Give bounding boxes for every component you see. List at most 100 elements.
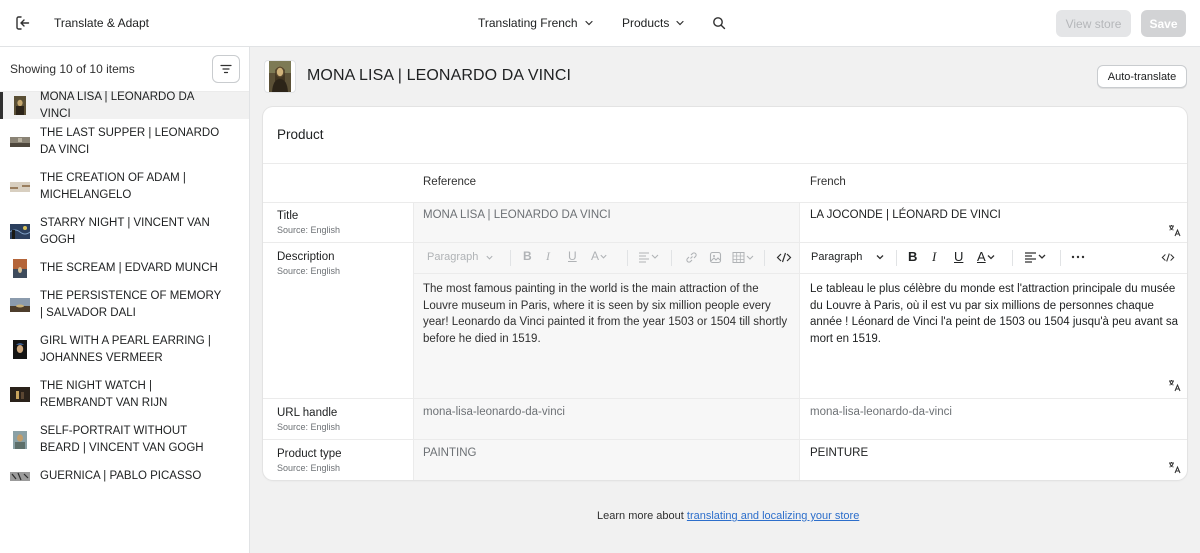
exit-icon[interactable] — [14, 14, 32, 32]
resource-dropdown-label: Products — [622, 16, 670, 30]
chevron-down-icon — [485, 255, 493, 260]
align-left-icon — [639, 252, 659, 263]
toolbar-separator — [510, 250, 511, 266]
french-description-editor[interactable]: Le tableau le plus célèbre du monde est … — [810, 281, 1180, 347]
align-left-icon — [1025, 252, 1046, 263]
last-supper-thumbnail — [10, 136, 30, 147]
field-source: Source: English — [277, 266, 341, 276]
toolbar-separator — [627, 250, 628, 266]
footer-help: Learn more about translating and localiz… — [597, 510, 859, 522]
translate-icon[interactable] — [1168, 461, 1181, 474]
chevron-down-icon — [987, 254, 995, 259]
list-item[interactable]: THE SCREAM | EDVARD MUNCH — [0, 254, 249, 282]
field-source: Source: English — [277, 422, 341, 432]
french-url-handle-input[interactable]: mona-lisa-leonardo-da-vinci — [810, 404, 952, 421]
translate-icon[interactable] — [1168, 224, 1181, 237]
toolbar-separator — [671, 250, 672, 266]
toolbar-separator — [1012, 250, 1013, 266]
chevron-down-icon — [585, 20, 593, 26]
language-dropdown-label: Translating French — [478, 16, 578, 30]
italic-icon: I — [546, 249, 550, 263]
list-item[interactable]: STARRY NIGHT | VINCENT VAN GOGH — [0, 209, 249, 254]
reference-product-type: PAINTING — [423, 447, 477, 459]
field-label-description: Description — [277, 251, 335, 263]
bold-icon[interactable]: B — [908, 249, 917, 264]
list-item-label: STARRY NIGHT | VINCENT VAN GOGH — [40, 217, 210, 246]
list-item[interactable]: THE LAST SUPPER | LEONARDO DA VINCI — [0, 119, 249, 164]
column-header-reference: Reference — [423, 176, 477, 188]
french-product-type-input[interactable]: PEINTURE — [810, 445, 868, 462]
toolbar-separator — [1060, 250, 1061, 266]
text-color-icon[interactable]: A — [977, 249, 996, 264]
underline-icon[interactable]: U — [954, 249, 963, 264]
divider — [263, 163, 1187, 164]
field-label-title: Title — [277, 210, 299, 222]
translate-icon[interactable] — [1168, 379, 1181, 392]
list-item-label: GIRL WITH A PEARL EARRING | JOHANNES VER… — [40, 335, 211, 364]
list-item[interactable]: THE PERSISTENCE OF MEMORY | SALVADOR DAL… — [0, 282, 249, 327]
page-title: MONA LISA | LEONARDO DA VINCI — [307, 67, 572, 84]
paragraph-select[interactable]: Paragraph — [811, 251, 885, 263]
text-color-icon: A — [591, 249, 608, 263]
mona-lisa-thumbnail — [14, 96, 26, 115]
reference-editor-toolbar: Paragraph B I U A — [413, 243, 799, 273]
list-item-label: THE LAST SUPPER | LEONARDO DA VINCI — [40, 127, 220, 156]
bold-icon: B — [523, 249, 532, 263]
paragraph-label: Paragraph — [427, 251, 479, 263]
guernica-thumbnail — [10, 471, 30, 481]
list-item-label: THE SCREAM | EDVARD MUNCH — [40, 261, 218, 274]
card-title: Product — [277, 127, 324, 142]
filter-icon — [220, 64, 232, 74]
product-list: MONA LISA | LEONARDO DA VINCI THE LAST S… — [0, 91, 249, 490]
paragraph-label: Paragraph — [811, 251, 863, 263]
top-bar: Translate & Adapt Translating French Pro… — [0, 0, 1200, 47]
creation-of-adam-thumbnail — [10, 181, 30, 192]
image-icon — [709, 251, 722, 264]
self-portrait-thumbnail — [13, 430, 27, 449]
divider — [263, 439, 1187, 440]
item-count: Showing 10 of 10 items — [10, 62, 135, 76]
align-icon[interactable] — [1024, 251, 1048, 263]
list-item-label: MONA LISA | LEONARDO DA VINCI — [40, 91, 194, 120]
language-dropdown[interactable]: Translating French — [478, 16, 594, 30]
list-item-label: SELF-PORTRAIT WITHOUT BEARD | VINCENT VA… — [40, 425, 204, 454]
product-thumbnail — [264, 60, 296, 93]
the-scream-thumbnail — [13, 258, 27, 278]
save-button[interactable]: Save — [1141, 10, 1186, 37]
underline-icon: U — [568, 249, 577, 263]
more-options-icon[interactable] — [1071, 251, 1085, 263]
table-icon — [732, 251, 756, 264]
italic-icon[interactable]: I — [932, 249, 936, 265]
list-item[interactable]: GUERNICA | PABLO PICASSO — [0, 462, 249, 490]
french-editor-toolbar: Paragraph B I U A — [799, 243, 1187, 273]
list-item[interactable]: THE CREATION OF ADAM | MICHELANGELO — [0, 164, 249, 209]
list-item[interactable]: THE NIGHT WATCH | REMBRANDT VAN RIJN — [0, 372, 249, 417]
chevron-down-icon — [676, 20, 684, 26]
filter-button[interactable] — [212, 55, 240, 83]
girl-with-pearl-earring-thumbnail — [13, 340, 27, 359]
code-view-icon[interactable] — [1161, 251, 1175, 264]
search-icon[interactable] — [712, 16, 726, 30]
link-icon — [685, 251, 698, 264]
chevron-down-icon — [600, 254, 607, 259]
field-source: Source: English — [277, 225, 341, 235]
persistence-of-memory-thumbnail — [10, 297, 30, 312]
align-icon — [638, 251, 660, 263]
footer-text: Learn more about — [597, 510, 687, 522]
product-card: Product Reference French Title Source: E… — [263, 107, 1187, 480]
list-item-label: THE PERSISTENCE OF MEMORY | SALVADOR DAL… — [40, 290, 222, 319]
list-item[interactable]: GIRL WITH A PEARL EARRING | JOHANNES VER… — [0, 327, 249, 372]
list-item-label: THE NIGHT WATCH | REMBRANDT VAN RIJN — [40, 380, 168, 409]
list-item-label: THE CREATION OF ADAM | MICHELANGELO — [40, 172, 186, 201]
auto-translate-button[interactable]: Auto-translate — [1097, 65, 1187, 88]
view-store-button[interactable]: View store — [1056, 10, 1131, 37]
french-title-input[interactable]: LA JOCONDE | LÉONARD DE VINCI — [810, 207, 1001, 224]
resource-dropdown[interactable]: Products — [622, 16, 685, 30]
list-item-label: GUERNICA | PABLO PICASSO — [40, 469, 202, 482]
list-item[interactable]: MONA LISA | LEONARDO DA VINCI — [0, 91, 249, 120]
divider — [413, 273, 1187, 274]
column-header-french: French — [810, 176, 846, 188]
help-link[interactable]: translating and localizing your store — [687, 510, 859, 522]
paragraph-select-disabled: Paragraph — [427, 251, 494, 263]
list-item[interactable]: SELF-PORTRAIT WITHOUT BEARD | VINCENT VA… — [0, 417, 249, 462]
